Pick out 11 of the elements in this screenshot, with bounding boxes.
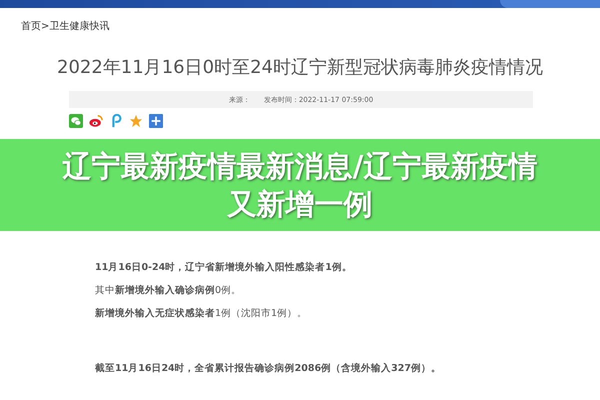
paragraph: 截至11月16日24时，全省累计报告确诊病例2086例（含境外输入327例）。 xyxy=(95,362,441,376)
paragraph: 其中新增境外输入确诊病例0例。 xyxy=(95,284,242,298)
plus-icon[interactable] xyxy=(149,114,163,128)
weibo-icon[interactable] xyxy=(89,114,103,128)
banner-title: 辽宁最新疫情最新消息/辽宁最新疫情又新增一例 xyxy=(62,148,538,223)
star-icon[interactable] xyxy=(129,114,143,128)
breadcrumb[interactable]: 首页>卫生健康快讯 xyxy=(21,20,110,34)
wechat-icon[interactable] xyxy=(69,114,83,128)
paragraph: 新增境外输入无症状感染者1例（沈阳市1例）。 xyxy=(95,307,308,321)
article-title: 2022年11月16日0时至24时辽宁新型冠状病毒肺炎疫情情况 xyxy=(56,56,544,80)
paragraph: 11月16日0-24时，辽宁省新增境外输入阳性感染者1例。 xyxy=(95,261,352,275)
